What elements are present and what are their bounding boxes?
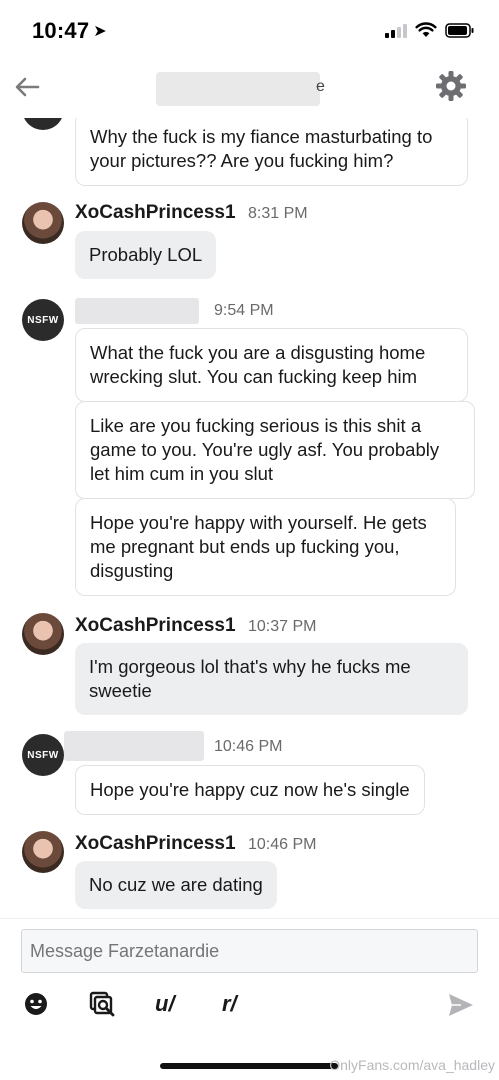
message-timestamp: 9:54 PM [214, 302, 274, 319]
status-time-text: 10:47 [32, 18, 90, 43]
status-time: 10:47 ➤ [32, 18, 107, 44]
location-arrow-icon: ➤ [93, 23, 107, 40]
subreddit-mention-button[interactable]: r/ [222, 991, 237, 1017]
gif-search-icon[interactable] [89, 991, 117, 1019]
message-text: Hope you're happy cuz now he's single [90, 779, 410, 800]
redacted-sender-name [75, 298, 199, 324]
message-bubble: No cuz we are dating [75, 861, 277, 909]
composer: u/ r/ OnlyFans.com/ava_hadley [0, 918, 499, 1080]
message-text: Probably LOL [89, 244, 203, 265]
avatar[interactable] [22, 613, 64, 655]
sender-name[interactable]: XoCashPrincess1 [75, 615, 236, 637]
redacted-sender-name [64, 731, 204, 761]
message-text: Why the fuck is my fiance masturbating t… [90, 126, 433, 171]
user-mention-button[interactable]: u/ [155, 991, 175, 1017]
nsfw-avatar[interactable]: NSFW [22, 299, 64, 341]
status-icons [385, 22, 475, 38]
message-input[interactable] [21, 929, 478, 973]
message-text: What the fuck you are a disgusting home … [90, 342, 426, 387]
avatar-label: NSFW [27, 314, 59, 326]
send-icon[interactable] [447, 991, 475, 1019]
wifi-icon [415, 22, 437, 37]
avatar[interactable] [22, 202, 64, 244]
message-bubble: Like are you fucking serious is this shi… [75, 401, 475, 499]
cellular-signal-icon [385, 24, 407, 38]
emoji-icon[interactable] [23, 991, 49, 1017]
message-text: No cuz we are dating [89, 874, 263, 895]
message-timestamp: 10:37 PM [248, 618, 317, 635]
battery-icon [445, 23, 474, 38]
message-bubble: Hope you're happy cuz now he's single [75, 765, 425, 815]
message-text: Like are you fucking serious is this shi… [90, 415, 440, 484]
message-timestamp: 8:31 PM [248, 205, 308, 222]
message-bubble: I'm gorgeous lol that's why he fucks me … [75, 643, 468, 715]
message-list[interactable]: Why the fuck is my fiance masturbating t… [0, 118, 499, 918]
nsfw-avatar[interactable]: NSFW [22, 734, 64, 776]
message-bubble: What the fuck you are a disgusting home … [75, 328, 468, 402]
status-bar: 10:47 ➤ [0, 0, 499, 60]
message-timestamp: 10:46 PM [248, 836, 317, 853]
sender-name[interactable]: XoCashPrincess1 [75, 833, 236, 855]
sender-name[interactable]: XoCashPrincess1 [75, 202, 236, 224]
back-arrow-icon[interactable] [12, 72, 42, 102]
avatar-partial [22, 118, 64, 130]
avatar-label: NSFW [27, 749, 59, 761]
home-indicator [160, 1063, 338, 1069]
message-bubble: Why the fuck is my fiance masturbating t… [75, 118, 468, 186]
message-timestamp: 10:46 PM [214, 738, 283, 755]
message-text: I'm gorgeous lol that's why he fucks me … [89, 656, 411, 701]
chat-header: e [0, 60, 499, 118]
chat-title-tail: e [316, 78, 325, 95]
message-text: Hope you're happy with yourself. He gets… [90, 512, 427, 581]
message-bubble: Hope you're happy with yourself. He gets… [75, 498, 456, 596]
gear-icon[interactable] [435, 70, 467, 102]
redacted-chat-title [156, 72, 320, 106]
avatar[interactable] [22, 831, 64, 873]
watermark: OnlyFans.com/ava_hadley [329, 1057, 495, 1073]
message-bubble: Probably LOL [75, 231, 217, 279]
